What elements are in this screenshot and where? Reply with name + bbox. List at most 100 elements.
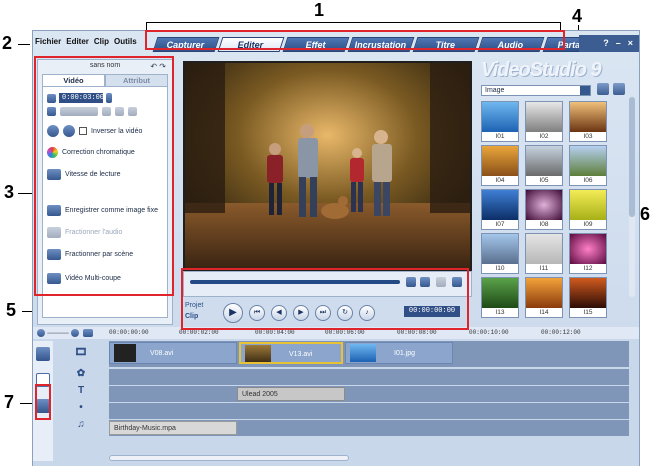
clip-thumbnail (350, 344, 376, 363)
thumb-label: I11 (539, 265, 549, 272)
title-track-icon[interactable]: T (55, 383, 107, 399)
thumb-label: I06 (583, 177, 593, 184)
callout-3: 3 (4, 182, 15, 202)
callout-5: 5 (6, 300, 17, 320)
window-controls: ? – × (603, 38, 633, 48)
menu-editer[interactable]: Editer (66, 37, 89, 53)
ruler-tick: 00:00:10:00 (469, 329, 509, 336)
fit-project-icon[interactable] (83, 329, 93, 337)
highlight-timeline-view (35, 384, 51, 420)
library-tools (597, 83, 625, 95)
music-clip[interactable]: Birthday-Music.mpa (109, 421, 237, 435)
callout-4: 4 (572, 6, 583, 26)
preview-window (183, 61, 472, 271)
timeline-panel: 00:00:00:00 00:00:02:00 00:00:04:00 00:0… (33, 327, 639, 466)
video-track: V08.avi V13.avi I01.jpg (109, 341, 629, 367)
zoom-in-icon[interactable] (71, 329, 79, 337)
video-clip[interactable]: V08.avi (109, 342, 237, 364)
callout-1: 1 (314, 0, 325, 20)
clip-name: V13.avi (289, 351, 313, 358)
video-track-icon[interactable]: 🎞 (55, 341, 107, 365)
folder-icon[interactable] (613, 83, 625, 95)
overlay-track[interactable] (109, 369, 629, 385)
library-item[interactable]: I11 (525, 233, 563, 274)
timeline-scrollbar[interactable] (109, 455, 349, 461)
menu-fichier[interactable]: Fichier (35, 37, 61, 53)
thumb-label: I05 (539, 177, 549, 184)
library-import-icon[interactable] (597, 83, 609, 95)
library-item[interactable]: I15 (569, 277, 607, 318)
library-item[interactable]: I03 (569, 101, 607, 142)
menu-clip[interactable]: Clip (94, 37, 109, 53)
library-thumbnails: I01 I02 I03 I04 I05 I06 I07 I08 I09 I10 … (481, 101, 623, 318)
thumb-label: I02 (539, 133, 549, 140)
callout-6: 6 (640, 204, 651, 224)
minimize-icon[interactable]: – (616, 38, 621, 48)
thumb-label: I10 (495, 265, 505, 272)
ruler-tick: 00:00:00:00 (109, 329, 149, 336)
library-item[interactable]: I10 (481, 233, 519, 274)
library-item[interactable]: I06 (569, 145, 607, 186)
library-item[interactable]: I04 (481, 145, 519, 186)
thumb-label: I12 (583, 265, 593, 272)
thumb-label: I07 (495, 221, 505, 228)
thumb-label: I14 (539, 309, 549, 316)
thumb-label: I03 (583, 133, 593, 140)
track-headers: 🎞 ✿ T • ♫ (55, 341, 107, 461)
highlight-options-panel (34, 56, 174, 296)
thumb-label: I09 (583, 221, 593, 228)
ruler-tick: 00:00:12:00 (541, 329, 581, 336)
library-item[interactable]: I09 (569, 189, 607, 230)
callout-line-3 (18, 193, 32, 194)
music-track: Birthday-Music.mpa (109, 420, 629, 436)
library-item[interactable]: I01 (481, 101, 519, 142)
library-scrollbar[interactable] (629, 97, 635, 297)
overlay-track-icon[interactable]: ✿ (55, 366, 107, 382)
preview-frame-image (185, 63, 470, 269)
music-track-icon[interactable]: ♫ (55, 417, 107, 433)
voice-track-icon[interactable]: • (55, 400, 107, 416)
callout-7: 7 (4, 392, 15, 412)
clip-thumbnail (245, 345, 271, 362)
library-scroll-thumb[interactable] (629, 97, 635, 217)
library-category-select[interactable]: Image (481, 85, 591, 96)
title-track: Ulead 2005 (109, 386, 629, 402)
library-item[interactable]: I14 (525, 277, 563, 318)
zoom-out-icon[interactable] (37, 329, 45, 337)
library-category-label: Image (485, 87, 505, 94)
app-brand-logo: VideoStudio 9 (481, 59, 602, 81)
library-item[interactable]: I02 (525, 101, 563, 142)
callout-line-2 (18, 44, 30, 45)
menu-bar: Fichier Editer Clip Outils (33, 37, 137, 53)
menu-outils[interactable]: Outils (114, 37, 137, 53)
clip-name: V08.avi (150, 350, 174, 357)
thumb-label: I04 (495, 177, 505, 184)
ruler-tick: 00:00:08:00 (397, 329, 437, 336)
thumb-label: I13 (495, 309, 505, 316)
clip-name: I01.jpg (394, 350, 416, 357)
highlight-step-tabs (145, 30, 565, 50)
library-item[interactable]: I12 (569, 233, 607, 274)
thumb-label: I01 (495, 133, 505, 140)
library-item[interactable]: I08 (525, 189, 563, 230)
title-clip[interactable]: Ulead 2005 (237, 387, 345, 401)
voice-track[interactable] (109, 403, 629, 419)
library-panel: Image I01 I02 I03 I04 I05 I06 I07 I08 I0… (481, 83, 637, 325)
library-item[interactable]: I07 (481, 189, 519, 230)
help-icon[interactable]: ? (603, 38, 609, 48)
highlight-navigation (181, 268, 469, 330)
ruler-tick: 00:00:04:00 (255, 329, 295, 336)
thumb-label: I15 (583, 309, 593, 316)
storyboard-view-icon[interactable] (36, 347, 50, 361)
close-icon[interactable]: × (628, 38, 633, 48)
callout-line-1c (146, 22, 560, 23)
clip-thumbnail (114, 344, 136, 363)
zoom-slider[interactable] (47, 332, 69, 334)
chevron-down-icon (580, 86, 590, 95)
ruler-tick: 00:00:06:00 (325, 329, 365, 336)
thumb-label: I08 (539, 221, 549, 228)
video-clip[interactable]: V13.avi (239, 342, 343, 364)
library-item[interactable]: I13 (481, 277, 519, 318)
image-clip[interactable]: I01.jpg (345, 342, 453, 364)
library-item[interactable]: I05 (525, 145, 563, 186)
